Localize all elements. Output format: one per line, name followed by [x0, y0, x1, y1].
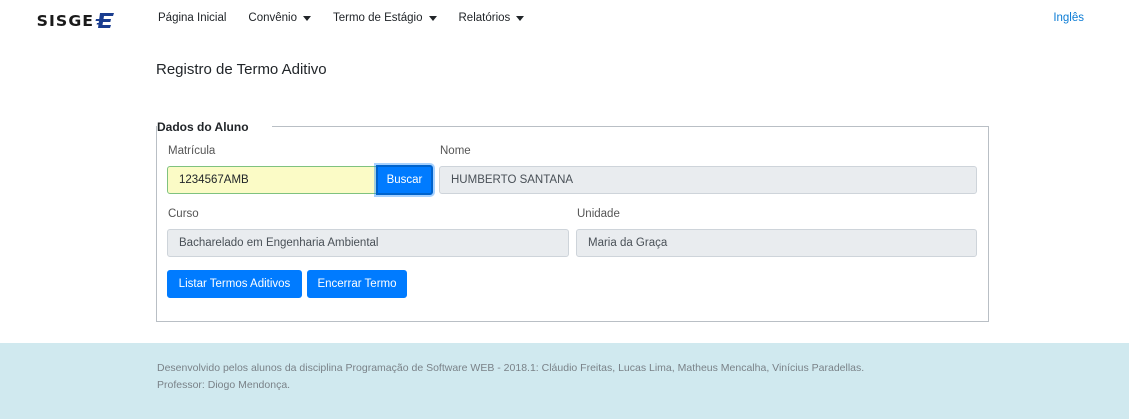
- fieldset-border: [272, 126, 989, 127]
- page-title: Registro de Termo Aditivo: [156, 61, 327, 78]
- footer-text: Desenvolvido pelos alunos da disciplina …: [157, 360, 977, 394]
- nav-termo-de-estagio-dropdown[interactable]: Termo de Estágio: [333, 12, 437, 24]
- unidade-label: Unidade: [577, 208, 620, 220]
- matricula-label: Matrícula: [168, 145, 216, 157]
- sisge-logo[interactable]: SISGE: [36, 10, 115, 32]
- unidade-value: Maria da Graça: [588, 237, 668, 249]
- language-link-ingles[interactable]: Inglês: [1053, 12, 1084, 24]
- nome-value: HUMBERTO SANTANA: [451, 174, 574, 186]
- nav-label: Convênio: [248, 12, 297, 24]
- logo-e-icon: [95, 13, 114, 28]
- caret-down-icon: [303, 15, 311, 21]
- nav-relatorios-dropdown[interactable]: Relatórios: [459, 12, 525, 24]
- curso-value: Bacharelado em Engenharia Ambiental: [179, 237, 379, 249]
- fieldset-legend: Dados do Aluno: [157, 120, 251, 134]
- curso-input[interactable]: Bacharelado em Engenharia Ambiental: [167, 229, 569, 257]
- footer-professor: Professor: Diogo Mendonça.: [157, 379, 291, 391]
- nav-label: Página Inicial: [158, 12, 227, 24]
- caret-down-icon: [516, 15, 525, 21]
- nav-pagina-inicial[interactable]: Página Inicial: [158, 12, 226, 24]
- matricula-input[interactable]: 1234567AMB: [167, 166, 377, 194]
- logo-text: SISGE: [36, 12, 95, 30]
- nome-input[interactable]: HUMBERTO SANTANA: [439, 166, 977, 194]
- unidade-input[interactable]: Maria da Graça: [576, 229, 977, 257]
- matricula-value: 1234567AMB: [179, 174, 249, 186]
- curso-label: Curso: [168, 208, 199, 220]
- nav-convenio-dropdown[interactable]: Convênio: [248, 12, 311, 24]
- main-nav: Página Inicial Convênio Termo de Estágio…: [158, 12, 546, 24]
- navbar: SISGE Página Inicial Convênio Termo de E…: [0, 0, 1129, 40]
- nav-label: Termo de Estágio: [333, 12, 423, 24]
- buscar-button[interactable]: Buscar: [376, 165, 433, 195]
- nav-label: Relatórios: [458, 12, 511, 24]
- listar-termos-aditivos-button[interactable]: Listar Termos Aditivos: [167, 270, 302, 298]
- encerrar-termo-button[interactable]: Encerrar Termo: [307, 270, 407, 298]
- nome-label: Nome: [440, 145, 471, 157]
- footer-credits: Desenvolvido pelos alunos da disciplina …: [157, 362, 865, 374]
- caret-down-icon: [428, 15, 437, 21]
